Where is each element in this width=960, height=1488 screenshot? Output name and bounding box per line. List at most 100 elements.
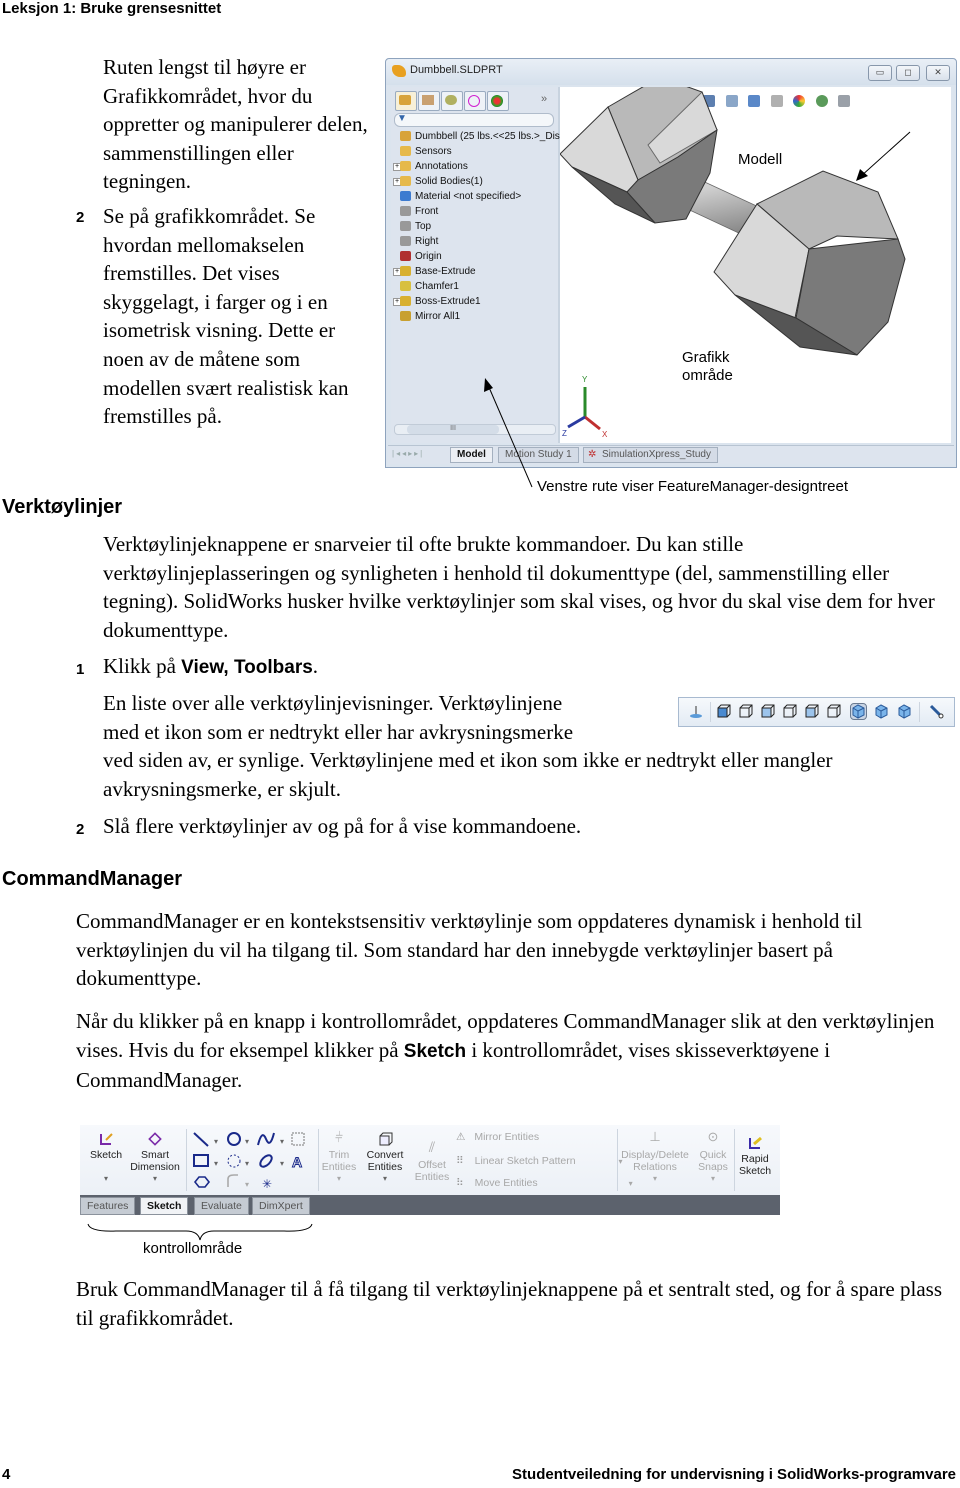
mirror-icon xyxy=(400,311,411,321)
spline-icon[interactable] xyxy=(257,1132,275,1146)
tab-evaluate[interactable]: Evaluate xyxy=(194,1197,249,1215)
polygon-icon[interactable] xyxy=(193,1176,211,1188)
close-button[interactable]: ✕ xyxy=(926,65,950,81)
trimetric-icon[interactable] xyxy=(739,704,754,719)
tree-item[interactable]: + Solid Bodies(1) xyxy=(393,174,560,189)
step-number: 2 xyxy=(76,821,85,838)
section-view-icon[interactable] xyxy=(929,704,944,719)
svg-text:▾: ▾ xyxy=(280,1137,284,1146)
axis-x-label: X xyxy=(602,430,608,439)
isometric-icon[interactable] xyxy=(717,704,732,719)
normal-to-icon[interactable] xyxy=(689,704,704,719)
front-view-icon[interactable] xyxy=(783,704,798,719)
tree-item[interactable]: Origin xyxy=(393,249,560,264)
displaymanager-tab[interactable] xyxy=(487,91,509,111)
desc-line: med et ikon som er nedtrykt eller har av… xyxy=(103,719,574,744)
tab-scroll-arrows[interactable]: |◂◂▸▸| xyxy=(392,449,424,458)
smart-dimension-button[interactable]: Smart Dimension ▾ xyxy=(128,1131,182,1185)
display-delete-relations-button[interactable]: ⊥ Display/Delete Relations ▾ xyxy=(618,1130,692,1185)
dimetric-icon[interactable] xyxy=(761,704,776,719)
tree-item[interactable]: Dumbbell (25 lbs.<<25 lbs.>_Dis xyxy=(393,129,560,144)
tree-item-label: Base-Extrude xyxy=(415,266,476,277)
svg-text:▾: ▾ xyxy=(245,1159,249,1168)
button-label-line: Rapid xyxy=(741,1153,769,1165)
line-icon[interactable] xyxy=(193,1132,209,1147)
tree-item[interactable]: + Boss-Extrude1 xyxy=(393,294,560,309)
configurationmanager-tab[interactable] xyxy=(441,91,463,111)
offset-icon: ⫽ xyxy=(428,1139,436,1155)
more-tabs-button[interactable]: » xyxy=(541,93,547,105)
svg-text:▾: ▾ xyxy=(245,1180,249,1189)
linear-sketch-pattern-button[interactable]: ⠿ Linear Sketch Pattern ▾ xyxy=(456,1155,623,1167)
tree-item[interactable]: Top xyxy=(393,219,560,234)
move-entities-button[interactable]: ⠷ Move Entities ▾ xyxy=(456,1177,633,1189)
commandmanager-toolbar: Sketch ▾ Smart Dimension ▾ ▾ ▾ ▾ ▾ ▾ ▾ A… xyxy=(80,1125,780,1215)
tree-filter-input[interactable]: ▼ xyxy=(394,113,554,127)
construction-geometry-icon[interactable] xyxy=(291,1132,305,1146)
minimize-button[interactable]: ▭ xyxy=(868,65,892,81)
tree-item-label: Sensors xyxy=(415,146,452,157)
circle-icon[interactable] xyxy=(227,1132,241,1146)
right-view-icon[interactable] xyxy=(897,704,912,719)
tree-item[interactable]: Chamfer1 xyxy=(393,279,560,294)
tree-item[interactable]: Mirror All1 xyxy=(393,309,560,324)
section-heading-toolbars: Verktøylinjer xyxy=(2,496,123,518)
menu-path: View, Toolbars xyxy=(181,657,313,678)
tree-item[interactable]: Material <not specified> xyxy=(393,189,560,204)
tree-item[interactable]: Right xyxy=(393,234,560,249)
coordinate-triad: Y X Z xyxy=(562,375,608,439)
offset-entities-button[interactable]: ⫽ Offset Entities xyxy=(410,1139,454,1183)
rapid-sketch-icon xyxy=(749,1136,762,1149)
tab-dimxpert[interactable]: DimXpert xyxy=(252,1197,310,1215)
dumbbell-model[interactable]: Y X Z xyxy=(560,87,951,443)
tab-simulationxpress-study[interactable]: ✲ SimulationXpress_Study xyxy=(583,447,718,463)
featuremanager-tab[interactable] xyxy=(395,91,417,111)
model-annotation-arrow xyxy=(859,131,911,178)
point-icon[interactable]: ✳ xyxy=(262,1177,272,1191)
graphics-area[interactable]: Y X Z Modell Grafikk område xyxy=(560,87,951,443)
step-text: Klikk på xyxy=(103,654,182,678)
mirror-entities-button[interactable]: ⚠ Mirror Entities xyxy=(456,1131,539,1143)
tab-features[interactable]: Features xyxy=(80,1197,136,1215)
quick-snaps-button[interactable]: ⊙ Quick Snaps ▾ xyxy=(694,1130,732,1185)
sketch-button[interactable]: Sketch ▾ xyxy=(86,1131,126,1185)
text-icon[interactable]: A xyxy=(292,1154,303,1171)
button-label: Mirror Entities xyxy=(474,1131,540,1143)
intro-text: Ruten lengst til høyre er Grafikkområdet… xyxy=(76,53,373,431)
window-titlebar: Dumbbell.SLDPRT ▭ ◻ ✕ xyxy=(386,59,956,85)
left-view-icon[interactable] xyxy=(827,704,842,719)
button-label: Linear Sketch Pattern xyxy=(474,1155,576,1167)
commandmanager-tabs: Features Sketch Evaluate DimXpert xyxy=(80,1195,780,1215)
graphics-area-annotation: Grafikk område xyxy=(682,349,733,384)
back-view-icon[interactable] xyxy=(805,704,820,719)
plane-icon xyxy=(400,236,411,246)
button-label: Move Entities xyxy=(474,1177,538,1189)
rapid-sketch-button[interactable]: Rapid Sketch xyxy=(736,1135,774,1177)
shaded-view-icon[interactable] xyxy=(850,703,867,720)
button-label-line: Trim xyxy=(328,1149,350,1161)
move-icon: ⠷ xyxy=(456,1177,464,1189)
arc-icon[interactable] xyxy=(227,1154,241,1168)
tree-item[interactable]: + Base-Extrude xyxy=(393,264,560,279)
propertymanager-tab[interactable] xyxy=(418,91,440,111)
tree-item[interactable]: Front xyxy=(393,204,560,219)
tab-sketch[interactable]: Sketch xyxy=(140,1197,189,1215)
tree-item[interactable]: Sensors xyxy=(393,144,560,159)
dimxpertmanager-tab[interactable] xyxy=(464,91,486,111)
step-text-end: . xyxy=(312,654,319,678)
panel-tabs: » xyxy=(393,89,556,111)
plane-icon xyxy=(400,206,411,216)
maximize-button[interactable]: ◻ xyxy=(896,65,920,81)
step-number: 2 xyxy=(76,208,85,226)
button-label-line: Convert xyxy=(366,1149,404,1161)
rectangle-icon[interactable] xyxy=(193,1154,209,1167)
trim-entities-button[interactable]: ⫩ Trim Entities ▾ xyxy=(320,1130,358,1185)
ellipse-icon[interactable] xyxy=(258,1153,274,1169)
svg-text:▾: ▾ xyxy=(214,1159,218,1168)
tree-item[interactable]: + Annotations xyxy=(393,159,560,174)
tree-item-label: Mirror All1 xyxy=(415,311,461,322)
top-view-icon[interactable] xyxy=(874,704,889,719)
fillet-icon[interactable] xyxy=(227,1174,238,1187)
tree-item-label: Front xyxy=(415,206,439,217)
convert-entities-button[interactable]: Convert Entities ▾ xyxy=(363,1131,407,1185)
